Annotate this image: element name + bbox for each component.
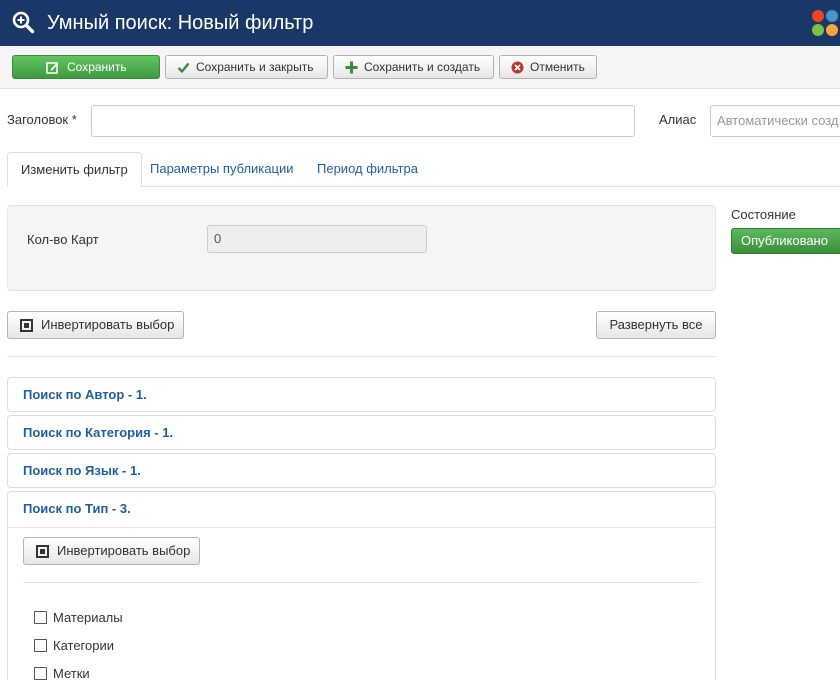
save-close-label: Сохранить и закрыть [196,60,314,74]
check-icon [177,62,190,74]
checkbox-categories-label: Категории [53,638,114,653]
map-count-field: 0 [207,225,427,253]
checkbox-materials-label: Материалы [53,610,123,625]
status-select[interactable]: Опубликовано [731,228,840,254]
checkbox-square-icon [20,319,33,332]
save-new-button[interactable]: Сохранить и создать [333,55,494,79]
title-input[interactable] [91,105,635,137]
cancel-button[interactable]: Отменить [499,55,597,79]
expand-all-button[interactable]: Развернуть все [596,311,716,339]
checkbox-tags-label: Метки [53,666,90,680]
accordion-type: Поиск по Тип - 3. Инвертировать выбор Ма… [7,491,716,680]
invert-selection-button[interactable]: Инвертировать выбор [7,311,184,339]
checkbox-tags[interactable] [34,667,47,680]
tab-filter-period[interactable]: Период фильтра [304,152,431,187]
status-label: Состояние [731,207,796,222]
plus-icon [345,61,358,74]
accordion-language[interactable]: Поиск по Язык - 1. [7,453,716,488]
type-invert-selection-button[interactable]: Инвертировать выбор [23,537,200,565]
cancel-label: Отменить [530,60,585,74]
save-new-label: Сохранить и создать [364,60,481,74]
accordion-category[interactable]: Поиск по Категория - 1. [7,415,716,450]
accordion-author[interactable]: Поиск по Автор - 1. [7,377,716,412]
page-title: Умный поиск: Новый фильтр [47,12,314,34]
save-close-button[interactable]: Сохранить и закрыть [165,55,328,79]
invert-selection-label: Инвертировать выбор [41,317,175,332]
accordion-author-title[interactable]: Поиск по Автор - 1. [23,378,147,412]
toolbar: Сохранить Сохранить и закрыть Сохранить … [0,46,840,89]
page-header: Умный поиск: Новый фильтр [0,0,840,46]
alias-input[interactable]: Автоматически созд [710,105,840,137]
checkbox-square-icon [36,545,49,558]
accordion-language-title[interactable]: Поиск по Язык - 1. [23,454,141,488]
zoom-in-icon [12,11,35,34]
tab-edit-filter[interactable]: Изменить фильтр [7,152,142,187]
cancel-circle-icon [511,61,524,74]
title-label: Заголовок * [7,112,77,127]
alias-label: Алиас [659,112,697,127]
map-count-label: Кол-во Карт [27,232,99,247]
save-button-label: Сохранить [67,60,127,74]
accordion-type-title[interactable]: Поиск по Тип - 3. [23,492,131,526]
accordion-category-title[interactable]: Поиск по Категория - 1. [23,416,173,450]
edit-icon [46,62,59,74]
checkbox-materials[interactable] [34,611,47,624]
type-divider [23,582,700,583]
joomla-logo-icon [812,10,838,36]
tab-publishing[interactable]: Параметры публикации [137,152,306,187]
checkbox-categories[interactable] [34,639,47,652]
accordion-type-header-divider [8,527,715,528]
save-button[interactable]: Сохранить [12,55,160,79]
type-invert-selection-label: Инвертировать выбор [57,543,191,558]
divider [7,356,716,357]
